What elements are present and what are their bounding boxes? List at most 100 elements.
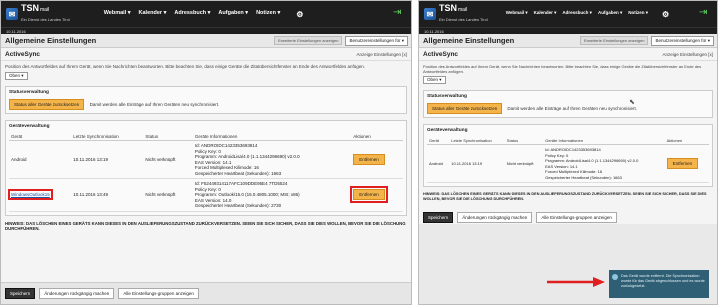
- remove-device-button-highlighted[interactable]: Entfernen: [350, 186, 388, 204]
- device-name: Android: [427, 144, 450, 183]
- settings-window-after: ✉ TSNmail Ein Dienst des Landes Tirol We…: [418, 0, 718, 305]
- table-row: Android 10.11.2016 13:19 Nicht verknüpft…: [9, 140, 403, 179]
- logo-subtitle: Ein Dienst des Landes Tirol: [21, 17, 70, 22]
- remove-device-button[interactable]: Entfernen: [666, 158, 699, 169]
- heartbeat: Gespeicherter Heartbeat (Sekunden): 2730: [194, 203, 282, 208]
- undo-button[interactable]: Änderungen rückgängig machen: [39, 288, 115, 299]
- menu-tasks[interactable]: Aufgaben ▾: [218, 10, 248, 19]
- main-menu: Webmail ▾ Kalender ▾ Adressbuch ▾ Aufgab…: [104, 10, 304, 19]
- table-row: WindowsOutlook15 10.11.2016 13:49 Nicht …: [8, 178, 403, 212]
- deletion-warning: HINWEIS: DAS LÖSCHEN EINES GERÄTS KANN D…: [5, 220, 406, 232]
- top-navigation-bar: ✉ TSNmail Ein Dienst des Landes Tirol We…: [419, 1, 717, 27]
- activesync-content: Position des Antwortfeldes auf Ihrem Ger…: [1, 61, 411, 235]
- device-management-title: Geräteverwaltung: [427, 128, 468, 133]
- empty-area: Das Gerät wurde entfernt. Die Synchronis…: [419, 224, 717, 304]
- deletion-warning: HINWEIS: DAS LÖSCHEN EINES GERÄTS KANN D…: [423, 192, 707, 201]
- app-logo[interactable]: ✉ TSNmail Ein Dienst des Landes Tirol: [6, 4, 70, 24]
- logo-icon: ✉: [424, 8, 436, 20]
- heartbeat: Gespeicherter Heartbeat (Sekunden): 1663: [194, 170, 282, 176]
- gear-icon[interactable]: ⚙: [662, 10, 669, 19]
- device-removed-notification[interactable]: Das Gerät wurde entfernt. Die Synchronis…: [609, 270, 709, 298]
- reset-all-devices-button[interactable]: Status aller Geräte zurücksetzen: [427, 103, 503, 114]
- info-icon: [612, 274, 618, 280]
- settings-footer: Speichern Änderungen rückgängig machen A…: [1, 282, 411, 304]
- section-header: ActiveSync Anzeige Einstellungen [x]: [1, 48, 411, 61]
- device-status: Nicht verknüpft: [143, 140, 193, 179]
- logout-icon[interactable]: ⇥: [699, 8, 711, 18]
- main-menu: Webmail ▾ Kalender ▾ Adressbuch ▾ Aufgab…: [506, 10, 669, 19]
- device-name-highlighted[interactable]: WindowsOutlook15: [8, 189, 53, 201]
- display-settings-link[interactable]: Anzeige Einstellungen [x]: [662, 52, 713, 57]
- undo-button[interactable]: Änderungen rückgängig machen: [457, 211, 533, 223]
- device-info: Id: ANDROIDC1423353693814 Policy Key: 0 …: [192, 140, 352, 179]
- remove-device-button[interactable]: Entfernen: [353, 154, 385, 165]
- reset-all-devices-button[interactable]: Status aller Geräte zurücksetzen: [9, 99, 85, 110]
- column-header: Letzte Synchronisation: [71, 133, 144, 141]
- settings-window-before: ✉ TSNmail Ein Dienst des Landes Tirol We…: [0, 0, 412, 305]
- device-info: Id: F52449314117AFC109DDE95E4 7TD5524 Po…: [192, 178, 352, 212]
- mouse-cursor-icon: ⬉: [629, 99, 635, 106]
- column-header: Gerät: [9, 133, 72, 141]
- logo-suffix: mail: [40, 7, 50, 13]
- section-header: ActiveSync Anzeige Einstellungen [x]: [419, 48, 717, 61]
- menu-tasks[interactable]: Aufgaben ▾: [598, 10, 622, 19]
- status-management-title: Statusverwaltung: [9, 90, 49, 95]
- menu-notes[interactable]: Notizen ▾: [628, 10, 648, 19]
- status-management-box: Statusverwaltung Status aller Geräte zur…: [5, 86, 407, 114]
- menu-addressbook[interactable]: Adressbuch ▾: [174, 10, 210, 19]
- menu-webmail[interactable]: Webmail ▾: [506, 10, 528, 19]
- settings-footer: Speichern Änderungen rückgängig machen A…: [419, 210, 717, 224]
- menu-calendar[interactable]: Kalender ▾: [139, 10, 167, 19]
- heartbeat: Gespeicherter Heartbeat (Sekunden): 1663: [545, 174, 622, 180]
- activesync-content: Position des Antwortfeldes auf Ihrem Ger…: [419, 61, 717, 205]
- logout-icon[interactable]: ⇥: [393, 8, 405, 18]
- show-all-groups-button[interactable]: Alle Einstellungs-gruppen anzeigen: [536, 211, 617, 223]
- save-button[interactable]: Speichern: [5, 288, 36, 299]
- menu-notes[interactable]: Notizen ▾: [256, 10, 280, 19]
- page-title: Allgemeine Einstellungen: [5, 36, 97, 45]
- top-navigation-bar: ✉ TSNmail Ein Dienst des Landes Tirol We…: [1, 1, 411, 27]
- device-management-box: Geräteverwaltung Gerät Letzte Synchronis…: [423, 124, 713, 187]
- menu-webmail[interactable]: Webmail ▾: [104, 10, 131, 19]
- app-logo[interactable]: ✉ TSNmail Ein Dienst des Landes Tirol: [424, 4, 488, 24]
- logo-text: TSN: [439, 3, 457, 13]
- column-header: Status: [504, 137, 544, 145]
- advanced-settings-button[interactable]: Erweiterte Einstellungen anzeigen: [273, 36, 343, 45]
- display-settings-link[interactable]: Anzeige Einstellungen [x]: [356, 52, 407, 57]
- page-header: Allgemeine Einstellungen Erweiterte Eins…: [1, 34, 411, 48]
- section-title: ActiveSync: [5, 50, 41, 58]
- last-sync: 10.11.2016 13:19: [71, 140, 144, 179]
- page-title: Allgemeine Einstellungen: [423, 36, 515, 45]
- status-management-title: Statusverwaltung: [427, 94, 467, 99]
- red-arrow-icon: [547, 277, 605, 287]
- advanced-settings-button[interactable]: Erweiterte Einstellungen anzeigen: [579, 36, 649, 45]
- device-info: Id: ANDROIDC1423353693814 Policy Key: 0 …: [543, 144, 665, 183]
- reply-position-select[interactable]: Oben ▾: [423, 76, 446, 84]
- page-header: Allgemeine Einstellungen Erweiterte Eins…: [419, 34, 717, 48]
- current-date: 10.11.2016: [419, 27, 717, 34]
- device-management-title: Geräteverwaltung: [9, 124, 50, 129]
- device-table: Gerät Letzte Synchronisation Status Gerä…: [427, 137, 709, 183]
- user-settings-select[interactable]: Benutzereinstellungen für ▾: [651, 35, 714, 46]
- column-header: Aktionen: [351, 133, 403, 141]
- reply-position-description: Position des Antwortfeldes auf Ihrem Ger…: [423, 64, 702, 74]
- show-all-groups-button[interactable]: Alle Einstellungs-gruppen anzeigen: [118, 288, 199, 299]
- menu-calendar[interactable]: Kalender ▾: [534, 10, 557, 19]
- user-settings-select[interactable]: Benutzereinstellungen für ▾: [345, 35, 408, 46]
- logo-text: TSN: [21, 3, 39, 13]
- device-status: Nicht verknüpft: [143, 178, 193, 212]
- column-header: Gerät: [427, 137, 450, 145]
- reset-hint: Damit werden alle Einträge auf Ihren Ger…: [507, 106, 637, 111]
- gear-icon[interactable]: ⚙: [296, 10, 303, 19]
- save-button[interactable]: Speichern: [423, 211, 454, 223]
- current-date: 10.11.2016: [1, 27, 411, 34]
- column-header: Geräte Informationen: [192, 133, 352, 141]
- column-header: Aktionen: [664, 137, 709, 145]
- status-management-box: Statusverwaltung Status aller Geräte zur…: [423, 90, 713, 118]
- logo-subtitle: Ein Dienst des Landes Tirol: [439, 17, 488, 22]
- device-management-box: Geräteverwaltung Gerät Letzte Synchronis…: [5, 120, 407, 216]
- menu-addressbook[interactable]: Adressbuch ▾: [562, 10, 592, 19]
- device-name: Android: [9, 140, 72, 179]
- device-table: Gerät Letzte Synchronisation Status Gerä…: [8, 133, 403, 212]
- reply-position-select[interactable]: Oben ▾: [5, 72, 28, 80]
